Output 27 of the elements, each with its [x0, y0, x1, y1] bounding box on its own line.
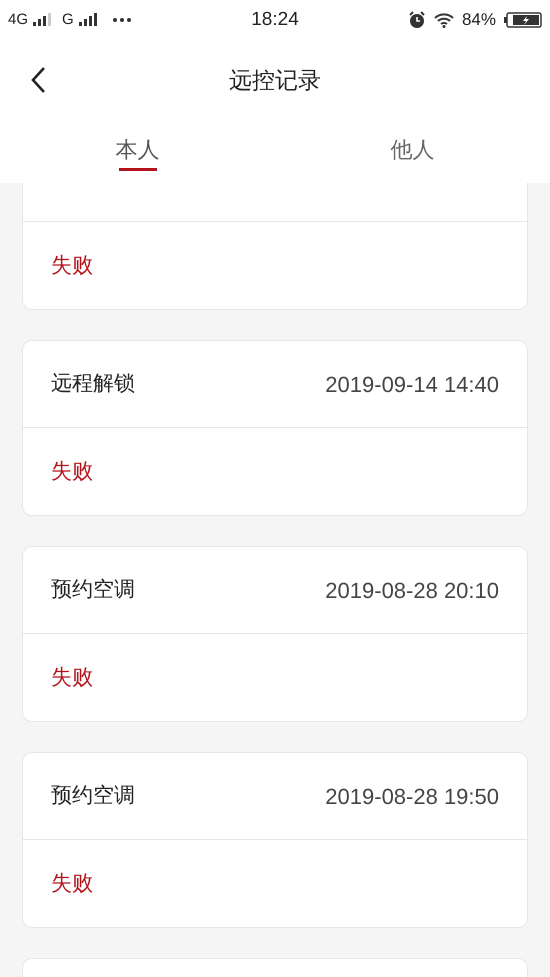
record-status: 失败 — [51, 458, 93, 485]
record-status: 失败 — [51, 252, 93, 279]
wifi-icon — [434, 12, 454, 28]
battery-level: 84% — [462, 9, 496, 32]
record-card[interactable]: 预约空调 2019-08-28 19:50 失败 — [22, 752, 528, 928]
signal-icon — [78, 13, 100, 27]
record-action: 预约空调 — [51, 577, 135, 604]
back-icon — [30, 66, 46, 94]
record-status: 失败 — [51, 664, 93, 691]
record-card[interactable]: 预约空调 2019-08-28 20:10 失败 — [22, 546, 528, 722]
tab[interactable]: 本人 — [0, 120, 275, 183]
status-time: 18:24 — [251, 8, 299, 32]
tab[interactable]: 他人 — [275, 120, 550, 183]
more-icon — [112, 17, 132, 23]
record-card[interactable]: 远程解锁 2019-09-14 14:40 失败 — [22, 340, 528, 516]
record-time: 2019-09-14 14:40 — [325, 370, 499, 398]
record-time: 2019-08-28 19:50 — [325, 782, 499, 810]
network-label: G — [62, 10, 74, 30]
network-label: 4G — [8, 10, 28, 30]
alarm-icon — [408, 11, 426, 29]
page-title: 远控记录 — [229, 66, 321, 95]
record-action: 远程解锁 — [51, 371, 135, 398]
battery-icon — [504, 12, 542, 28]
record-time: 2019-08-28 20:10 — [325, 576, 499, 604]
record-card[interactable]: 失败 — [22, 183, 528, 310]
record-status: 失败 — [51, 870, 93, 897]
record-action: 预约空调 — [51, 783, 135, 810]
